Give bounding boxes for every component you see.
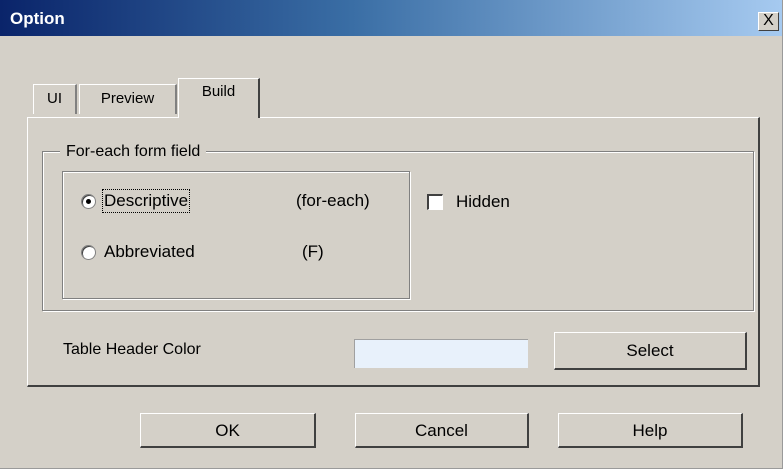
- cancel-button[interactable]: Cancel: [355, 413, 529, 448]
- hidden-label[interactable]: Hidden: [456, 192, 510, 212]
- ok-button[interactable]: OK: [140, 413, 316, 448]
- option-dialog: Option X UI Preview Build For-each form …: [0, 0, 783, 469]
- tab-build[interactable]: Build: [178, 78, 260, 118]
- tab-ui-label: UI: [47, 90, 62, 107]
- descriptive-radio[interactable]: [81, 194, 96, 209]
- descriptive-value: (for-each): [296, 191, 370, 210]
- for-each-group-title: For-each form field: [60, 143, 207, 161]
- tab-build-label: Build: [201, 83, 236, 100]
- title-bar: Option X: [0, 0, 782, 36]
- close-icon: X: [763, 12, 774, 29]
- help-button-label: Help: [632, 421, 668, 440]
- abbreviated-label[interactable]: Abbreviated: [104, 242, 195, 262]
- select-button-label: Select: [626, 341, 674, 360]
- descriptive-label[interactable]: Descriptive: [101, 189, 191, 213]
- cancel-button-label: Cancel: [415, 421, 468, 440]
- hidden-checkbox[interactable]: [427, 194, 443, 210]
- table-header-color-label: Table Header Color: [63, 341, 201, 358]
- help-button[interactable]: Help: [558, 413, 743, 448]
- tab-ui[interactable]: UI: [33, 84, 77, 114]
- abbreviated-radio[interactable]: [81, 245, 96, 260]
- radio-selected-dot: [86, 199, 91, 204]
- table-header-color-swatch: [354, 339, 528, 368]
- ok-button-label: OK: [215, 421, 240, 440]
- tab-preview-label: Preview: [100, 90, 155, 107]
- tab-preview[interactable]: Preview: [79, 84, 177, 114]
- dialog-title: Option: [10, 9, 65, 28]
- close-button[interactable]: X: [758, 12, 779, 31]
- abbreviated-value: (F): [302, 242, 324, 261]
- select-color-button[interactable]: Select: [554, 332, 747, 370]
